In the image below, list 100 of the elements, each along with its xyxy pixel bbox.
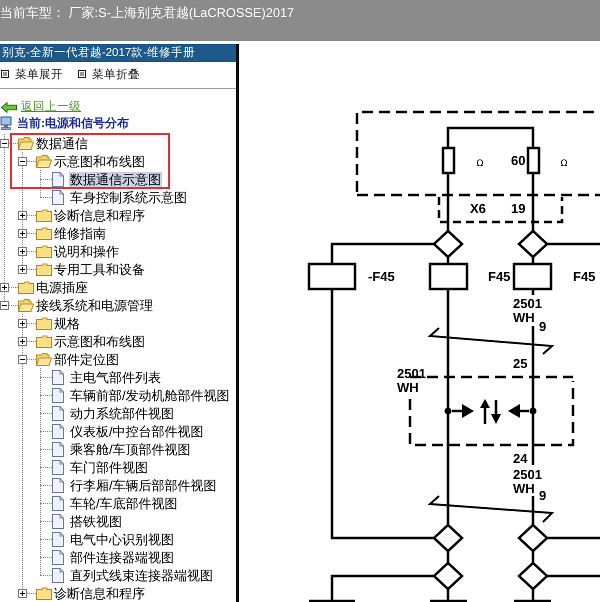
tree-item[interactable]: 部件连接器端视图	[69, 550, 175, 564]
wire-color-code: WH	[397, 380, 419, 395]
device-label: F45	[488, 269, 510, 284]
resistance-value: 60	[511, 153, 526, 168]
plus-box-icon[interactable]	[18, 588, 27, 598]
splice-symbol	[517, 561, 549, 591]
open-folder-icon	[18, 298, 34, 312]
tree-item[interactable]: 示意图和布线图	[53, 334, 146, 348]
wire	[547, 242, 600, 246]
tree-item[interactable]: 主电气部件列表	[69, 370, 162, 384]
plus-box-icon[interactable]	[0, 282, 9, 292]
tree-item[interactable]: 电气中心识别视图	[69, 532, 175, 546]
document-icon	[52, 388, 64, 402]
plus-box-icon[interactable]	[18, 318, 27, 328]
tree-item[interactable]: 动力系统部件视图	[69, 406, 175, 420]
document-icon	[52, 460, 64, 474]
document-icon	[52, 514, 64, 528]
tree-item[interactable]: 车辆前部/发动机舱部件视图	[69, 388, 231, 402]
document-icon	[52, 568, 64, 582]
splice-symbol	[517, 523, 549, 553]
device-box	[308, 262, 356, 290]
signal-arrow	[508, 404, 529, 418]
tree-item[interactable]: 数据通信	[35, 136, 89, 150]
folder-icon	[36, 208, 52, 222]
tree-item[interactable]: 专用工具和设备	[53, 262, 146, 276]
resistor-symbol	[442, 146, 456, 174]
tree-item[interactable]: 诊断信息和程序	[53, 208, 146, 222]
splice-symbol	[517, 229, 549, 259]
document-icon	[52, 406, 64, 420]
plus-box-icon[interactable]	[18, 264, 27, 274]
plus-box-icon[interactable]	[18, 336, 27, 346]
pin-number: 25	[513, 356, 528, 371]
manual-title: 别克-全新一代君越-2017款-维修手册	[0, 44, 236, 62]
tree-item[interactable]: 接线系统和电源管理	[35, 298, 154, 312]
tree-item[interactable]: 仪表板/中控台部件视图	[69, 424, 205, 438]
device-box	[512, 262, 552, 290]
plus-box-icon[interactable]	[18, 246, 27, 256]
document-icon	[52, 532, 64, 546]
signal-arrow	[452, 404, 474, 418]
tree-item[interactable]: 直列式线束连接器端视图	[69, 568, 214, 582]
junction-dot	[530, 408, 536, 414]
list-icon	[78, 70, 86, 78]
computer-icon	[0, 116, 12, 130]
tree-item[interactable]: 车轮/车底部件视图	[69, 496, 179, 510]
open-folder-icon	[36, 154, 52, 168]
folder-icon	[36, 316, 52, 330]
vehicle-model-text: 当前车型： 厂家:S-上海别克君越(LaCROSSE)2017	[0, 4, 294, 21]
minus-box-icon[interactable]	[18, 156, 27, 166]
wire	[547, 536, 600, 540]
tree-item[interactable]: 车门部件视图	[69, 460, 149, 474]
tree-item[interactable]: 乘客舱/车顶部件视图	[69, 442, 192, 456]
tree-item[interactable]: 车身控制系统示意图	[69, 190, 188, 204]
document-icon	[52, 370, 64, 384]
tree-item[interactable]: 数据通信示意图	[69, 172, 162, 186]
open-folder-icon	[18, 136, 34, 150]
wire-color-code: WH	[513, 481, 535, 496]
plus-box-icon[interactable]	[18, 228, 27, 238]
circuit-number: 2501	[513, 467, 542, 482]
minus-box-icon[interactable]	[0, 138, 9, 148]
folder-icon	[18, 280, 34, 294]
tree-item[interactable]: 行李厢/车辆后部部件视图	[69, 478, 218, 492]
menu-toggle-button[interactable]: 菜单展开	[1, 66, 63, 82]
folder-icon	[36, 586, 52, 600]
document-icon	[52, 190, 64, 204]
device-box	[428, 262, 468, 290]
tree-item[interactable]: 说明和操作	[53, 244, 120, 258]
pin-number: 9	[539, 319, 546, 334]
resistor-symbol	[526, 146, 540, 174]
document-icon	[52, 478, 64, 492]
tree-item[interactable]: 诊断信息和程序	[53, 586, 146, 600]
document-icon	[52, 496, 64, 510]
open-folder-icon	[36, 352, 52, 366]
tree-item[interactable]: 示意图和布线图	[53, 154, 146, 168]
tree-item[interactable]: 电源插座	[35, 280, 89, 294]
list-icon	[1, 70, 9, 78]
tree-item[interactable]: 维修指南	[53, 226, 107, 240]
menu-toggle-button[interactable]: 菜单折叠	[78, 66, 140, 82]
connector-name: X6	[470, 201, 486, 216]
tree-item[interactable]: 规格	[53, 316, 81, 330]
tree-item[interactable]: 部件定位图	[53, 352, 120, 366]
current-section-label: 当前:电源和信号分布	[17, 116, 129, 130]
minus-box-icon[interactable]	[18, 354, 27, 364]
ohm-symbol: Ω	[476, 159, 484, 169]
pin-number: 24	[513, 451, 528, 466]
document-icon	[52, 550, 64, 564]
bidirectional-arrow	[480, 398, 501, 426]
folder-icon	[36, 244, 52, 258]
back-arrow-icon[interactable]	[1, 102, 17, 112]
folder-icon	[36, 334, 52, 348]
plus-box-icon[interactable]	[18, 210, 27, 220]
back-link[interactable]: 返回上一级	[21, 100, 81, 114]
folder-icon	[36, 262, 52, 276]
device-label: -F45	[368, 269, 395, 284]
device-label: F45	[573, 269, 596, 284]
folder-icon	[36, 226, 52, 240]
tree-item[interactable]: 搭铁视图	[69, 514, 123, 528]
document-icon	[52, 442, 64, 456]
minus-box-icon[interactable]	[0, 300, 9, 310]
splice-symbol	[432, 229, 464, 259]
splice-symbol	[432, 561, 464, 591]
